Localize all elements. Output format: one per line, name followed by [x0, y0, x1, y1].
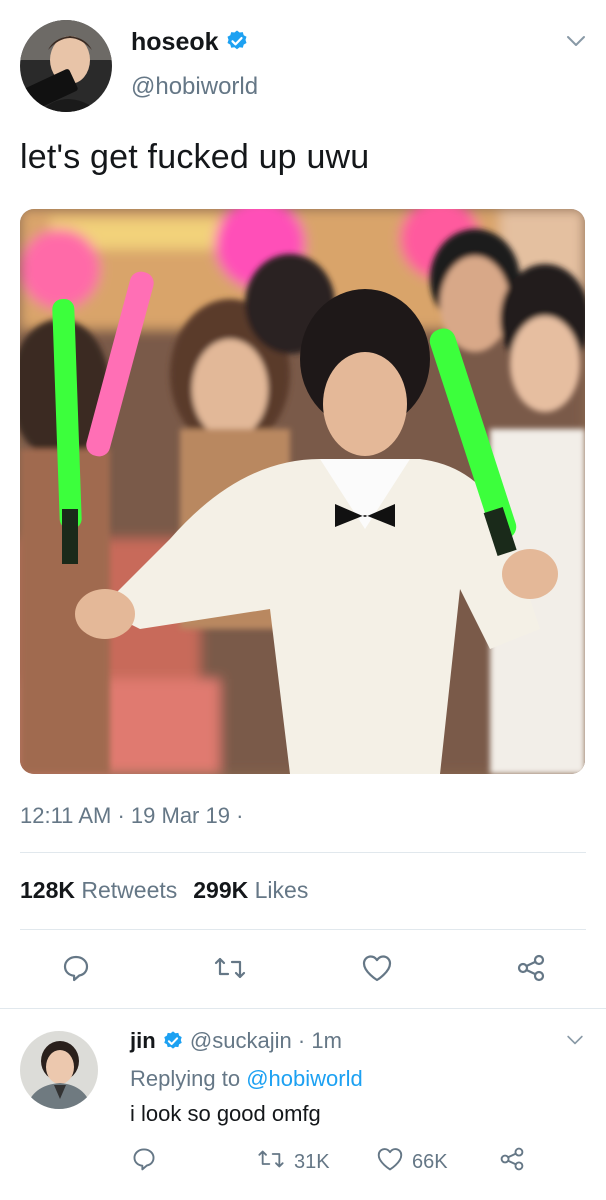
replying-to-prefix: Replying to — [130, 1066, 241, 1091]
divider — [20, 929, 586, 930]
share-icon — [498, 1146, 526, 1178]
display-name-text[interactable]: hoseok — [131, 28, 219, 56]
reply-display-name[interactable]: jin — [130, 1028, 156, 1053]
retweets-stat[interactable]: 128K Retweets — [20, 877, 177, 903]
reply-share-button[interactable] — [498, 1147, 526, 1177]
share-button[interactable] — [511, 950, 551, 990]
retweet-icon — [256, 1146, 286, 1178]
meta-separator: · — [236, 803, 244, 828]
chevron-down-icon[interactable] — [565, 1033, 585, 1051]
reply-like-count: 66K — [412, 1150, 448, 1173]
display-name[interactable]: hoseok — [131, 28, 249, 60]
like-icon — [361, 953, 393, 988]
reply-retweet-count: 31K — [294, 1150, 330, 1173]
retweets-label: Retweets — [81, 877, 178, 903]
replying-to: Replying to @hobiworld — [130, 1066, 363, 1092]
tweet-media-image[interactable] — [20, 209, 585, 774]
verified-badge-icon — [225, 29, 249, 60]
reply-text: i look so good omfg — [130, 1101, 321, 1126]
tweet-stats: 128K Retweets 299K Likes — [20, 877, 308, 904]
reply-handle[interactable]: @suckajin — [190, 1028, 292, 1053]
verified-badge-icon — [162, 1030, 184, 1058]
handle[interactable]: @hobiworld — [131, 73, 258, 101]
reply-icon — [131, 1146, 157, 1178]
avatar[interactable] — [20, 20, 112, 112]
replying-to-link[interactable]: @hobiworld — [246, 1066, 363, 1091]
likes-label: Likes — [254, 877, 309, 903]
reply-header: jin @suckajin · 1m — [130, 1028, 342, 1058]
reply-button[interactable] — [56, 950, 96, 990]
likes-count: 299K — [193, 877, 249, 903]
reply-like-button[interactable]: 66K — [376, 1147, 448, 1177]
meta-separator: · — [297, 1028, 306, 1053]
divider — [20, 852, 586, 853]
likes-stat[interactable]: 299K Likes — [193, 877, 308, 903]
tweet-time: 12:11 AM — [20, 803, 112, 828]
like-icon — [376, 1146, 404, 1178]
tweet-date: 19 Mar 19 — [130, 803, 230, 828]
divider — [0, 1008, 606, 1009]
share-icon — [515, 953, 547, 988]
retweets-count: 128K — [20, 877, 75, 903]
reply-avatar[interactable] — [20, 1031, 98, 1109]
reply-icon — [61, 953, 91, 988]
retweet-icon — [212, 953, 248, 988]
tweet-timestamp[interactable]: 12:11 AM · 19 Mar 19 · — [20, 803, 243, 829]
reply-time: 1m — [311, 1028, 342, 1053]
retweet-button[interactable] — [210, 950, 250, 990]
tweet-text: let's get fucked up uwu — [20, 138, 370, 176]
like-button[interactable] — [357, 950, 397, 990]
reply-retweet-button[interactable]: 31K — [256, 1147, 330, 1177]
meta-separator: · — [117, 803, 131, 828]
chevron-down-icon[interactable] — [565, 34, 587, 53]
reply-reply-button[interactable] — [131, 1147, 157, 1177]
